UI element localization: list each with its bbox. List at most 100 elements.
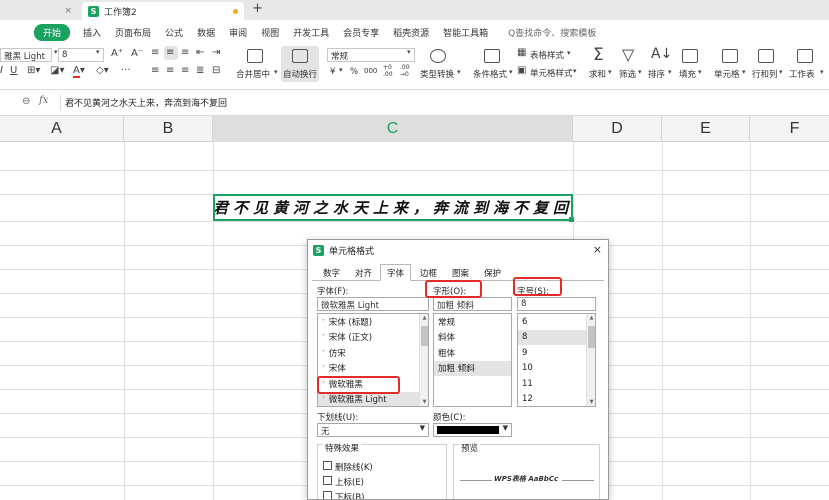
italic-icon[interactable]: I	[0, 65, 3, 76]
chevron-down-icon[interactable]: ▾	[509, 68, 513, 76]
indent-decrease-icon[interactable]: ⇤	[196, 47, 204, 58]
tab-patterns[interactable]: 图案	[445, 264, 476, 281]
list-item[interactable]: 常规	[434, 314, 511, 330]
column-header-c[interactable]: C	[213, 116, 573, 142]
chevron-down-icon[interactable]: ▼	[503, 424, 508, 432]
chevron-down-icon[interactable]: ▾	[54, 48, 58, 56]
list-item[interactable]: 斜体	[434, 330, 511, 346]
scroll-down-icon[interactable]: ▼	[420, 399, 428, 405]
new-tab-button[interactable]: +	[252, 1, 263, 16]
list-item[interactable]: 6	[518, 314, 595, 330]
menu-formulas[interactable]: 公式	[158, 26, 190, 39]
tab-alignment[interactable]: 对齐	[348, 264, 379, 281]
column-header-f[interactable]: F	[750, 116, 829, 142]
style-list[interactable]: 常规 斜体 粗体 加粗 倾斜	[433, 313, 512, 407]
align-right-icon[interactable]: ≡	[181, 65, 189, 76]
borders-icon[interactable]: ⊞▾	[27, 65, 40, 76]
menu-start[interactable]: 开始	[34, 23, 71, 41]
fill-button[interactable]: 填充	[679, 68, 696, 80]
fx-icon[interactable]: fx	[39, 95, 48, 106]
subscript-checkbox[interactable]	[323, 491, 332, 499]
formula-input[interactable]: 君不见黄河之水天上来，奔流到海不复回	[65, 96, 227, 109]
decrease-font-icon[interactable]: A⁻	[131, 48, 143, 59]
size-list[interactable]: 6 8 9 10 11 12 ▲ ▼	[517, 313, 596, 407]
chevron-down-icon[interactable]: ▾	[274, 68, 278, 76]
wrap-text-button[interactable]: 自动换行	[283, 68, 317, 80]
percent-button[interactable]: %	[350, 67, 358, 77]
chevron-down-icon[interactable]: ▾	[638, 68, 642, 76]
list-item[interactable]: 9	[518, 345, 595, 361]
number-format-select[interactable]: 常规	[327, 48, 415, 62]
tab-number[interactable]: 数字	[316, 264, 347, 281]
dialog-title-bar[interactable]: S 单元格格式	[308, 240, 608, 260]
list-item[interactable]: ᵀ 宋体	[318, 361, 428, 377]
chevron-down-icon[interactable]: ▾	[742, 68, 746, 76]
chevron-down-icon[interactable]: ▾	[820, 68, 824, 76]
cell-button[interactable]: 单元格	[714, 68, 740, 80]
strikethrough-checkbox[interactable]	[323, 461, 332, 470]
menu-member[interactable]: 会员专享	[336, 26, 386, 39]
scrollbar[interactable]: ▲ ▼	[586, 314, 595, 406]
chevron-down-icon[interactable]: ▼	[420, 424, 425, 432]
align-middle-icon[interactable]: ≡	[166, 47, 174, 58]
row-col-button[interactable]: 行和列	[752, 68, 778, 80]
filter-icon[interactable]: ▽	[622, 45, 634, 64]
tab-font[interactable]: 字体	[380, 264, 412, 281]
fill-handle[interactable]	[569, 217, 574, 222]
decrease-decimal-button[interactable]: .00 →0	[400, 64, 416, 78]
tab-active-document[interactable]: S 工作簿2	[82, 2, 244, 20]
selected-cell[interactable]: 君不见黄河之水天上来，奔流到海不复回	[213, 194, 573, 221]
cell-style-button[interactable]: 单元格样式	[530, 67, 573, 79]
menu-view[interactable]: 视图	[254, 26, 286, 39]
filter-button[interactable]: 筛选	[619, 68, 636, 80]
scroll-thumb[interactable]	[588, 326, 595, 348]
table-style-icon[interactable]: ▦	[517, 47, 526, 58]
column-header-d[interactable]: D	[573, 116, 662, 142]
style-input[interactable]: 加粗 倾斜	[433, 297, 512, 311]
menu-smart-tools[interactable]: 智能工具箱	[436, 26, 495, 39]
sum-icon[interactable]: Σ	[593, 45, 604, 65]
sort-icon[interactable]: A↓	[651, 46, 672, 62]
worksheet-button[interactable]: 工作表	[789, 68, 815, 80]
align-center-icon[interactable]: ≡	[166, 65, 174, 76]
list-item[interactable]: 12	[518, 392, 595, 407]
type-convert-icon[interactable]	[430, 49, 446, 63]
conditional-format-button[interactable]: 条件格式	[473, 68, 507, 80]
fill-color-icon[interactable]: ◪▾	[50, 65, 64, 76]
close-button[interactable]: ×	[593, 243, 602, 256]
list-item-selected[interactable]: 8	[518, 329, 595, 345]
list-item[interactable]: ᵀ 宋体 (标题)	[318, 314, 428, 330]
type-convert-button[interactable]: 类型转换	[420, 68, 454, 80]
justify-icon[interactable]: ≣	[196, 65, 204, 76]
chevron-down-icon[interactable]: ▾	[339, 66, 343, 74]
font-input[interactable]: 微软雅黑 Light	[317, 297, 429, 311]
zoom-icon[interactable]: ⊖	[22, 96, 30, 107]
tab-border[interactable]: 边框	[413, 264, 444, 281]
chevron-down-icon[interactable]: ▾	[457, 68, 461, 76]
align-bottom-icon[interactable]: ≡	[181, 47, 189, 58]
increase-font-icon[interactable]: A⁺	[111, 48, 123, 59]
underline-icon[interactable]: U	[10, 65, 17, 76]
merge-center-icon[interactable]	[247, 49, 263, 63]
chevron-down-icon[interactable]: ▾	[573, 67, 577, 75]
chevron-down-icon[interactable]: ▾	[96, 48, 100, 56]
distribute-icon[interactable]: ⊟	[212, 65, 220, 76]
list-item[interactable]: 粗体	[434, 345, 511, 361]
font-color-icon[interactable]: A▾	[73, 65, 85, 78]
chevron-down-icon[interactable]: ▾	[407, 48, 411, 56]
fill-icon[interactable]	[682, 49, 698, 63]
close-icon[interactable]: ×	[64, 6, 72, 16]
align-top-icon[interactable]: ≡	[151, 47, 159, 58]
scroll-down-icon[interactable]: ▼	[587, 399, 595, 405]
command-search[interactable]: Q查找命令、搜索模板	[501, 26, 603, 39]
menu-docer[interactable]: 稻壳资源	[386, 26, 436, 39]
chevron-down-icon[interactable]: ▾	[698, 68, 702, 76]
wrap-text-icon[interactable]	[292, 49, 308, 63]
column-header-a[interactable]: A	[0, 116, 124, 142]
column-header-e[interactable]: E	[662, 116, 750, 142]
row-col-icon[interactable]	[758, 49, 774, 63]
menu-review[interactable]: 审阅	[222, 26, 254, 39]
sum-button[interactable]: 求和	[589, 68, 606, 80]
menu-data[interactable]: 数据	[190, 26, 222, 39]
thousands-button[interactable]: 000	[364, 67, 377, 75]
